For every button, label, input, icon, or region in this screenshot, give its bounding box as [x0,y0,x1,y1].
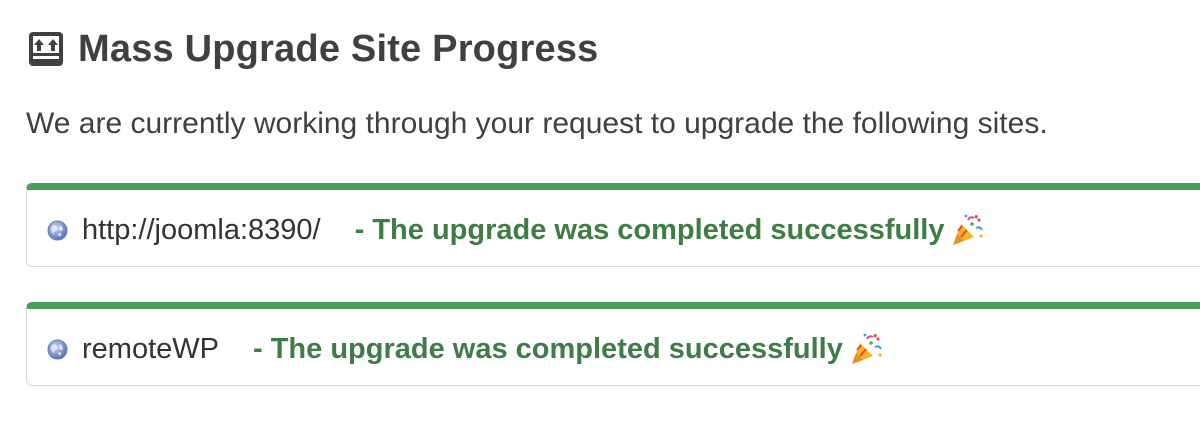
upload-box-icon [28,31,64,67]
party-popper-icon [849,331,885,367]
site-card: http://joomla:8390/ - The upgrade was co… [26,183,1200,267]
globe-icon [47,339,68,360]
site-status: - The upgrade was completed successfully [252,332,843,365]
party-popper-icon [950,212,986,248]
page-header: Mass Upgrade Site Progress [28,26,599,72]
site-card: remoteWP - The upgrade was completed suc… [26,302,1200,386]
site-row: http://joomla:8390/ - The upgrade was co… [47,206,986,254]
site-row: remoteWP - The upgrade was completed suc… [47,325,885,373]
site-url: http://joomla:8390/ [82,213,321,246]
page: Mass Upgrade Site Progress We are curren… [0,0,1200,444]
site-url: remoteWP [82,332,219,365]
page-title: Mass Upgrade Site Progress [78,28,599,70]
lead-text: We are currently working through your re… [26,107,1048,140]
site-status: - The upgrade was completed successfully [354,213,945,246]
globe-icon [47,220,68,241]
